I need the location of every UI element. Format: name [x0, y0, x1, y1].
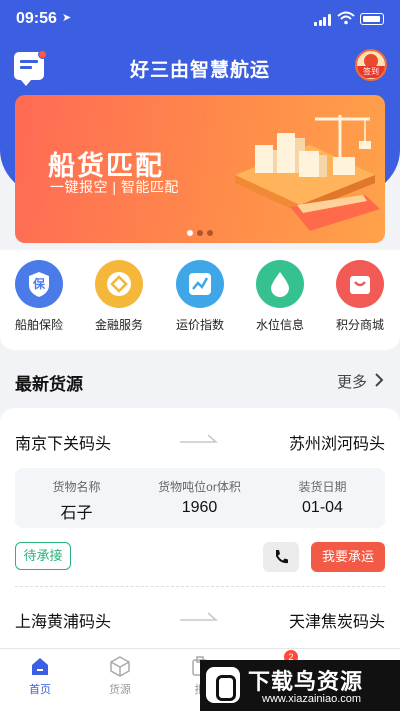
- promo-banner[interactable]: 船货匹配 一键报空 | 智能匹配: [15, 95, 385, 243]
- quick-menu-label: 水位信息: [255, 318, 304, 332]
- banner-pager-dot[interactable]: [187, 230, 193, 236]
- sign-in-button[interactable]: 签到: [355, 49, 387, 81]
- phone-icon: [276, 550, 288, 564]
- tab-cargo[interactable]: 货源: [80, 655, 160, 697]
- quick-menu-label: 积分商城: [335, 318, 384, 332]
- quick-menu-label: 船舶保险: [14, 318, 63, 332]
- cargo-field-value: 石子: [60, 505, 93, 522]
- quick-menu-label: 运价指数: [175, 318, 224, 332]
- status-bar: 09:56 ➤: [0, 0, 400, 40]
- cargo-field-label: 货物吨位or体积: [158, 480, 241, 494]
- cargo-field-label: 装货日期: [298, 480, 347, 494]
- watermark-url: www.xiazainiao.com: [262, 693, 362, 705]
- page-title: 好三由智慧航运: [129, 60, 270, 81]
- watermark: 下载鸟资源 www.xiazainiao.com: [200, 660, 400, 711]
- cargo-field: 装货日期 01-04: [261, 478, 384, 517]
- location-icon: ➤: [62, 12, 72, 24]
- sign-in-label: 签到: [357, 66, 385, 78]
- banner-subtitle: 一键报空 | 智能匹配: [50, 179, 179, 195]
- route-arrow-icon: [180, 434, 218, 443]
- tab-home[interactable]: 首页: [0, 655, 80, 697]
- status-badge: 待承接: [15, 542, 71, 570]
- chevron-right-icon[interactable]: [374, 373, 384, 387]
- quick-menu-label: 金融服务: [94, 318, 143, 332]
- more-link[interactable]: 更多: [337, 371, 367, 392]
- cargo-field: 货物名称 石子: [15, 478, 138, 523]
- wifi-icon: [337, 11, 355, 25]
- quick-menu-insurance[interactable]: 保 船舶保险: [4, 260, 74, 333]
- shield-insurance-icon: 保: [15, 260, 63, 308]
- banner-pager: [15, 223, 385, 241]
- chart-index-icon: [176, 260, 224, 308]
- watermark-name: 下载鸟资源: [248, 669, 364, 694]
- route-destination: 天津焦炭码头: [288, 614, 385, 631]
- home-icon: [29, 655, 51, 677]
- cargo-field-label: 货物名称: [52, 480, 101, 494]
- quick-menu-points-mall[interactable]: 积分商城: [325, 260, 395, 333]
- divider: [15, 586, 385, 587]
- status-time: 09:56: [16, 10, 57, 27]
- cargo-field: 货物吨位or体积 1960: [138, 478, 261, 517]
- tab-label: 首页: [29, 684, 51, 696]
- cellular-signal-icon: [314, 14, 332, 26]
- route-arrow-icon: [180, 612, 218, 621]
- route-destination: 苏州浏河码头: [288, 436, 385, 453]
- insurance-glyph: 保: [32, 277, 45, 291]
- watermark-logo-icon: [206, 667, 240, 703]
- route-origin: 上海黄浦码头: [15, 614, 112, 631]
- quick-menu-water-level[interactable]: 水位信息: [245, 260, 315, 333]
- call-button[interactable]: [263, 542, 299, 572]
- battery-icon: [360, 13, 384, 25]
- banner-pager-dot[interactable]: [207, 230, 213, 236]
- coin-finance-icon: [95, 260, 143, 308]
- route-origin: 南京下关码头: [15, 436, 112, 453]
- water-drop-icon: [256, 260, 304, 308]
- cargo-field-value: 1960: [181, 499, 218, 516]
- quick-menu-freight-index[interactable]: 运价指数: [165, 260, 235, 333]
- cargo-list: 南京下关码头 苏州浏河码头 货物名称 石子 货物吨位or体积 1960 装货日期…: [0, 408, 400, 648]
- shopping-bag-icon: [336, 260, 384, 308]
- quick-menu-finance[interactable]: 金融服务: [84, 260, 154, 333]
- cargo-field-value: 01-04: [302, 499, 343, 516]
- port-illustration-icon: [235, 115, 380, 231]
- cube-icon: [109, 655, 131, 677]
- banner-pager-dot[interactable]: [197, 230, 203, 236]
- cargo-info-box: 货物名称 石子 货物吨位or体积 1960 装货日期 01-04: [15, 468, 385, 528]
- section-title: 最新货源: [15, 375, 83, 394]
- accept-shipment-button[interactable]: 我要承运: [311, 542, 385, 572]
- quick-menu: 保 船舶保险 金融服务 运价指数 水位信息 积分商城: [0, 250, 400, 350]
- tab-label: 货源: [109, 684, 131, 696]
